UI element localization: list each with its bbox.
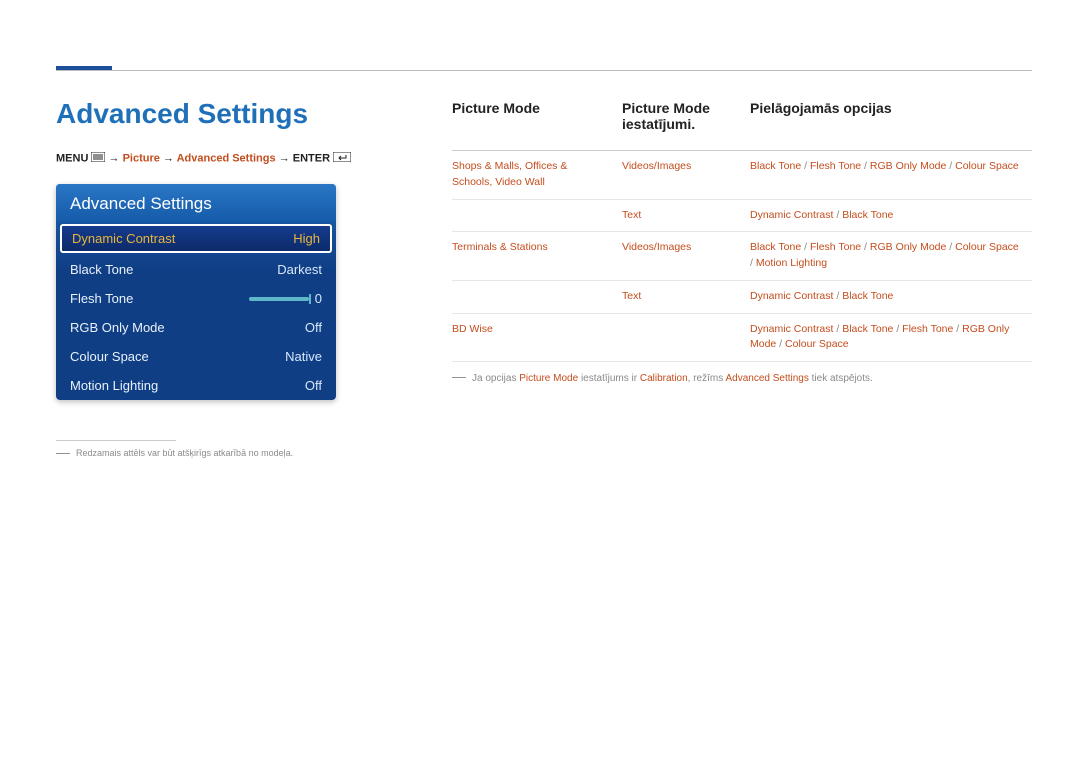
header-rule — [56, 70, 1032, 71]
options-table-wrap: Picture Mode Picture Mode iestatījumi. P… — [452, 100, 1032, 386]
breadcrumb-arrow-2: → — [163, 152, 174, 164]
osd-value: High — [293, 231, 320, 246]
osd-value: 0 — [315, 291, 322, 306]
breadcrumb-menu: MENU — [56, 152, 88, 164]
breadcrumb-enter: ENTER — [293, 152, 330, 164]
breadcrumb-arrow-1: → — [109, 152, 120, 164]
cell-adjustable-options: Dynamic Contrast / Black Tone — [750, 280, 1032, 313]
enter-icon — [333, 152, 351, 165]
osd-value: Off — [305, 320, 322, 335]
table-row: TextDynamic Contrast / Black Tone — [452, 280, 1032, 313]
osd-row-dynamic-contrast[interactable]: Dynamic Contrast High — [60, 224, 332, 253]
th-picture-mode-settings: Picture Mode iestatījumi. — [622, 100, 750, 151]
table-row: BD Wise Dynamic Contrast / Black Tone / F… — [452, 313, 1032, 362]
osd-label: Motion Lighting — [70, 378, 158, 393]
cell-picture-mode — [452, 280, 622, 313]
page-title: Advanced Settings — [56, 98, 308, 130]
cell-picture-mode-setting: Text — [622, 280, 750, 313]
cell-picture-mode-setting: Videos/Images — [622, 151, 750, 200]
osd-value-wrap: 0 — [249, 291, 322, 306]
osd-row-rgb-only[interactable]: RGB Only Mode Off — [56, 313, 336, 342]
cell-adjustable-options: Black Tone / Flesh Tone / RGB Only Mode … — [750, 151, 1032, 200]
footnote-text: Ja opcijas Picture Mode iestatījums ir C… — [472, 372, 873, 386]
cell-picture-mode: Shops & Malls, Offices & Schools, Video … — [452, 151, 622, 200]
osd-label: Dynamic Contrast — [72, 231, 175, 246]
image-note-text: Redzamais attēls var būt atšķirīgs atkar… — [76, 448, 293, 458]
image-note-rule — [56, 440, 176, 441]
breadcrumb-arrow-3: → — [279, 152, 290, 164]
options-table-body: Shops & Malls, Offices & Schools, Video … — [452, 151, 1032, 362]
options-table: Picture Mode Picture Mode iestatījumi. P… — [452, 100, 1032, 362]
cell-picture-mode: BD Wise — [452, 313, 622, 362]
slider-track[interactable] — [249, 297, 309, 301]
dash-icon: ― — [452, 371, 466, 381]
osd-label: Colour Space — [70, 349, 149, 364]
th-adjustable-options: Pielāgojamās opcijas — [750, 100, 1032, 151]
osd-row-black-tone[interactable]: Black Tone Darkest — [56, 255, 336, 284]
dash-icon: ― — [56, 447, 70, 457]
osd-row-colour-space[interactable]: Colour Space Native — [56, 342, 336, 371]
osd-label: RGB Only Mode — [70, 320, 165, 335]
cell-adjustable-options: Black Tone / Flesh Tone / RGB Only Mode … — [750, 232, 1032, 281]
cell-picture-mode: Terminals & Stations — [452, 232, 622, 281]
osd-value: Native — [285, 349, 322, 364]
footnote: ― Ja opcijas Picture Mode iestatījums ir… — [452, 372, 1032, 386]
breadcrumb-picture: Picture — [123, 152, 160, 164]
breadcrumb: MENU → Picture → Advanced Settings → ENT… — [56, 152, 351, 165]
cell-picture-mode-setting — [622, 313, 750, 362]
osd-title: Advanced Settings — [56, 184, 336, 222]
cell-picture-mode-setting: Videos/Images — [622, 232, 750, 281]
cell-adjustable-options: Dynamic Contrast / Black Tone — [750, 199, 1032, 232]
osd-value: Darkest — [277, 262, 322, 277]
table-row: Shops & Malls, Offices & Schools, Video … — [452, 151, 1032, 200]
menu-icon — [91, 152, 105, 165]
cell-picture-mode — [452, 199, 622, 232]
osd-label: Flesh Tone — [70, 291, 133, 306]
cell-picture-mode-setting: Text — [622, 199, 750, 232]
table-row: TextDynamic Contrast / Black Tone — [452, 199, 1032, 232]
osd-panel: Advanced Settings Dynamic Contrast High … — [56, 184, 336, 400]
osd-row-flesh-tone[interactable]: Flesh Tone 0 — [56, 284, 336, 313]
th-picture-mode: Picture Mode — [452, 100, 622, 151]
cell-adjustable-options: Dynamic Contrast / Black Tone / Flesh To… — [750, 313, 1032, 362]
osd-value: Off — [305, 378, 322, 393]
breadcrumb-advanced: Advanced Settings — [177, 152, 276, 164]
table-row: Terminals & StationsVideos/ImagesBlack T… — [452, 232, 1032, 281]
image-note: ― Redzamais attēls var būt atšķirīgs atk… — [56, 448, 293, 458]
osd-row-motion-lighting[interactable]: Motion Lighting Off — [56, 371, 336, 400]
osd-label: Black Tone — [70, 262, 133, 277]
